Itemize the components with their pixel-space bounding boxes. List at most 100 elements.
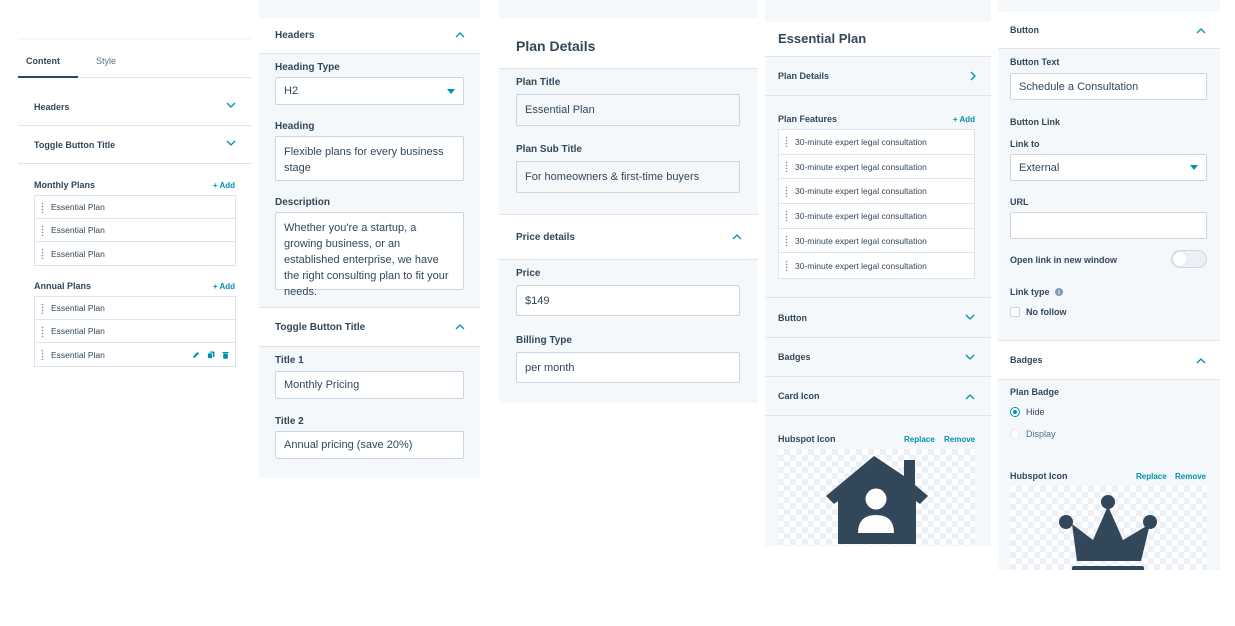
drag-handle-icon[interactable]: [41, 248, 44, 259]
toggle-button-title-accordion-header[interactable]: Toggle Button Title: [259, 307, 480, 347]
list-item[interactable]: Essential Plan: [35, 297, 235, 320]
feature-label: 30-minute expert legal consultation: [795, 136, 927, 147]
headers-editor-panel: Headers Heading Type H2 Heading Flexible…: [259, 0, 480, 478]
copy-icon[interactable]: [207, 351, 215, 359]
chevron-down-icon[interactable]: [965, 314, 975, 321]
replace-icon-button[interactable]: Replace: [904, 435, 935, 444]
list-item[interactable]: Essential Plan: [35, 320, 235, 343]
heading-value: Flexible plans for every business stage: [284, 146, 444, 174]
plan-details-accordion-header[interactable]: Plan Details: [765, 56, 991, 96]
icon-preview[interactable]: [1010, 486, 1207, 570]
list-item[interactable]: Essential Plan: [35, 242, 235, 265]
list-item[interactable]: 30-minute expert legal consultation: [779, 155, 974, 180]
heading-type-select[interactable]: H2: [275, 77, 464, 105]
remove-icon-button[interactable]: Remove: [1175, 472, 1206, 481]
content-panel: Content Style Headers Toggle Button Titl…: [18, 0, 251, 380]
headers-accordion-header[interactable]: Headers: [259, 18, 480, 54]
list-item[interactable]: 30-minute expert legal consultation: [779, 253, 974, 278]
no-follow-label: No follow: [1026, 307, 1067, 317]
list-item[interactable]: Essential Plan: [35, 196, 235, 219]
add-annual-plan-button[interactable]: + Add: [213, 282, 235, 291]
title1-label: Title 1: [275, 355, 304, 366]
essential-plan-header: Essential Plan: [765, 22, 991, 56]
price-input[interactable]: $149: [516, 285, 740, 316]
tab-style[interactable]: Style: [96, 56, 116, 66]
pencil-icon[interactable]: [192, 351, 200, 359]
card-icon-accordion-header[interactable]: Card Icon: [765, 376, 991, 416]
hubspot-icon-label: Hubspot Icon: [778, 434, 836, 444]
chevron-up-icon[interactable]: [965, 393, 975, 400]
list-item[interactable]: 30-minute expert legal consultation: [779, 179, 974, 205]
badges-accordion-header[interactable]: Badges: [765, 337, 991, 376]
plan-title-value: Essential Plan: [525, 104, 595, 116]
replace-icon-button[interactable]: Replace: [1136, 472, 1167, 481]
heading-textarea[interactable]: Flexible plans for every business stage: [275, 136, 464, 181]
chevron-up-icon[interactable]: [732, 233, 742, 242]
caret-down-icon: [447, 88, 455, 94]
list-item[interactable]: Essential Plan: [35, 219, 235, 242]
drag-handle-icon[interactable]: [785, 161, 788, 173]
headers-accordion[interactable]: Headers: [18, 88, 251, 126]
remove-icon-button[interactable]: Remove: [944, 435, 975, 444]
list-item[interactable]: 30-minute expert legal consultation: [779, 229, 974, 254]
billing-type-input[interactable]: per month: [516, 352, 740, 383]
plan-sub-title-input[interactable]: For homeowners & first-time buyers: [516, 161, 740, 193]
plan-sub-title-label: Plan Sub Title: [516, 144, 582, 155]
plan-title-input[interactable]: Essential Plan: [516, 94, 740, 126]
chevron-down-icon[interactable]: [226, 140, 236, 149]
drag-handle-icon[interactable]: [785, 260, 788, 272]
billing-type-label: Billing Type: [516, 335, 572, 346]
list-item[interactable]: Essential Plan: [35, 343, 235, 366]
drag-handle-icon[interactable]: [41, 325, 44, 337]
toggle-button-title-label: Toggle Button Title: [275, 321, 366, 333]
display-option[interactable]: Display: [1010, 429, 1056, 439]
plan-sub-title-value: For homeowners & first-time buyers: [525, 171, 700, 183]
hide-option[interactable]: Hide: [1010, 407, 1045, 417]
description-textarea[interactable]: Whether you're a startup, a growing busi…: [275, 212, 464, 298]
chevron-up-icon[interactable]: [455, 31, 465, 40]
list-item-label: Essential Plan: [51, 248, 105, 259]
no-follow-checkbox[interactable]: [1010, 307, 1020, 317]
badges-accordion-header[interactable]: Badges: [998, 340, 1220, 380]
url-input[interactable]: [1010, 212, 1207, 239]
no-follow-option[interactable]: No follow: [1010, 307, 1067, 317]
chevron-down-icon[interactable]: [965, 354, 975, 361]
new-window-toggle[interactable]: [1171, 250, 1207, 268]
plan-details-label: Plan Details: [778, 71, 830, 81]
chevron-up-icon[interactable]: [455, 323, 465, 332]
add-feature-button[interactable]: + Add: [953, 115, 975, 124]
display-label: Display: [1026, 429, 1056, 439]
title1-input[interactable]: Monthly Pricing: [275, 371, 464, 399]
title2-input[interactable]: Annual pricing (save 20%): [275, 431, 464, 459]
chevron-right-icon[interactable]: [970, 71, 976, 81]
tab-content[interactable]: Content: [26, 56, 60, 66]
chevron-up-icon[interactable]: [1196, 357, 1206, 364]
drag-handle-icon[interactable]: [785, 136, 788, 148]
toggle-button-title-accordion[interactable]: Toggle Button Title: [18, 126, 251, 164]
link-to-select[interactable]: External: [1010, 154, 1207, 181]
icon-preview[interactable]: [778, 449, 975, 546]
drag-handle-icon[interactable]: [785, 235, 788, 247]
price-details-accordion-header[interactable]: Price details: [499, 214, 758, 260]
drag-handle-icon[interactable]: [785, 210, 788, 222]
chevron-up-icon[interactable]: [1196, 27, 1206, 34]
add-monthly-plan-button[interactable]: + Add: [213, 181, 235, 190]
item-tools: [192, 351, 229, 359]
drag-handle-icon[interactable]: [785, 185, 788, 197]
trash-icon[interactable]: [222, 351, 229, 359]
button-text-input[interactable]: Schedule a Consultation: [1010, 73, 1207, 100]
display-radio[interactable]: [1010, 429, 1020, 439]
list-item[interactable]: 30-minute expert legal consultation: [779, 130, 974, 155]
drag-handle-icon[interactable]: [41, 349, 44, 360]
drag-handle-icon[interactable]: [41, 302, 44, 314]
button-accordion-header[interactable]: Button: [998, 12, 1220, 49]
drag-handle-icon[interactable]: [41, 224, 44, 236]
list-item[interactable]: 30-minute expert legal consultation: [779, 204, 974, 229]
drag-handle-icon[interactable]: [41, 201, 44, 213]
crown-icon: [1059, 495, 1157, 570]
link-to-value: External: [1019, 161, 1060, 174]
chevron-down-icon[interactable]: [226, 102, 236, 111]
hide-radio[interactable]: [1010, 407, 1020, 417]
info-icon[interactable]: [1054, 288, 1063, 296]
button-accordion-header[interactable]: Button: [765, 297, 991, 337]
